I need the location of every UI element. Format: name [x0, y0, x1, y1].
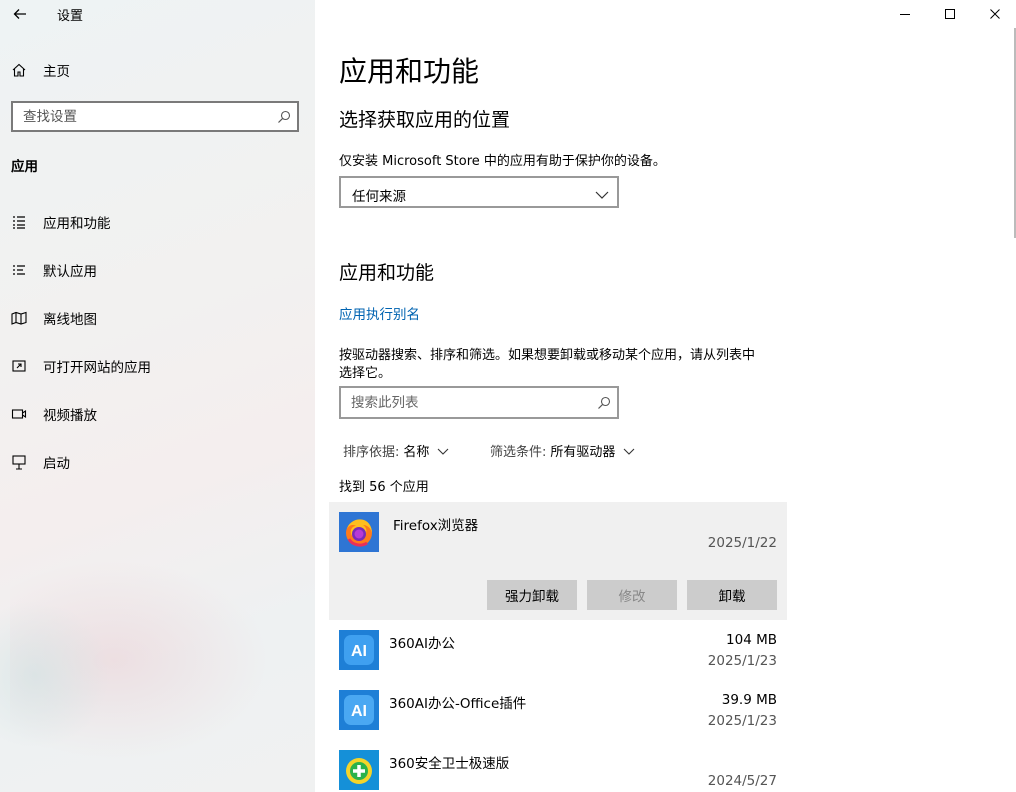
svg-text:AI: AI	[351, 703, 367, 720]
360ai-office-icon: AI	[339, 630, 379, 670]
video-playback-icon	[10, 405, 28, 423]
apps-features-heading: 应用和功能	[339, 262, 435, 284]
settings-search-input[interactable]	[13, 103, 263, 130]
app-execution-alias-link[interactable]: 应用执行别名	[339, 303, 420, 323]
filter-label: 筛选条件:	[490, 445, 547, 460]
sidebar-item-home[interactable]: 主页	[0, 50, 315, 90]
app-list-item[interactable]: AI 360AI办公-Office插件 39.9 MB 2025/1/23	[329, 682, 787, 742]
app-date: 2024/5/27	[707, 773, 777, 789]
filter-by-dropdown[interactable]: 筛选条件: 所有驱动器	[490, 441, 635, 460]
app-name: Firefox浏览器	[393, 518, 479, 534]
apps-for-websites-icon	[10, 357, 28, 375]
app-size: 39.9 MB	[721, 692, 777, 708]
360-security-icon	[339, 750, 379, 790]
app-list-search-input[interactable]	[341, 388, 581, 417]
app-name: 360AI办公	[389, 636, 455, 652]
window-title: 设置	[57, 9, 84, 24]
sidebar-item-label: 启动	[43, 456, 70, 472]
chevron-down-icon	[438, 448, 449, 455]
app-list-search-field[interactable]	[339, 386, 619, 419]
app-size: 104 MB	[726, 632, 777, 648]
app-date: 2025/1/23	[707, 653, 777, 669]
modify-button[interactable]: 修改	[587, 580, 677, 610]
apps-description-line2: 选择它。	[339, 366, 392, 381]
apps-features-icon	[10, 213, 28, 231]
sidebar-item-label: 可打开网站的应用	[43, 360, 151, 376]
app-name: 360安全卫士极速版	[389, 756, 510, 772]
360ai-office-plugin-icon: AI	[339, 690, 379, 730]
install-source-dropdown[interactable]: 任何来源	[339, 176, 619, 208]
settings-search-field[interactable]	[11, 101, 299, 132]
back-button[interactable]	[8, 2, 32, 26]
sidebar-item-default-apps[interactable]: 默认应用	[0, 250, 315, 290]
sidebar-item-label: 应用和功能	[43, 216, 111, 232]
install-source-heading: 选择获取应用的位置	[339, 109, 511, 131]
sidebar-item-startup[interactable]: 启动	[0, 442, 315, 482]
default-apps-icon	[10, 261, 28, 279]
sort-label: 排序依据:	[343, 445, 400, 460]
offline-maps-icon	[10, 309, 28, 327]
sidebar-item-video-playback[interactable]: 视频播放	[0, 394, 315, 434]
startup-icon	[10, 453, 28, 471]
sidebar-item-apps-for-websites[interactable]: 可打开网站的应用	[0, 346, 315, 386]
sidebar-item-label: 视频播放	[43, 408, 97, 424]
apps-description-line1: 按驱动器搜索、排序和筛选。如果想要卸载或移动某个应用，请从列表中	[339, 348, 756, 363]
sort-value: 名称	[403, 445, 430, 460]
sort-by-dropdown[interactable]: 排序依据: 名称	[343, 441, 449, 460]
sidebar-item-offline-maps[interactable]: 离线地图	[0, 298, 315, 338]
sidebar-item-label: 主页	[43, 64, 70, 80]
sidebar-item-label: 离线地图	[43, 312, 97, 328]
sidebar-section-label: 应用	[11, 159, 38, 175]
firefox-icon	[339, 512, 379, 552]
app-count: 找到 56 个应用	[339, 480, 429, 495]
main-content: 应用和功能 选择获取应用的位置 仅安装 Microsoft Store 中的应用…	[315, 0, 1016, 792]
search-icon	[597, 395, 611, 414]
app-list-item[interactable]: AI 360AI办公 104 MB 2025/1/23	[329, 622, 787, 682]
filter-value: 所有驱动器	[550, 445, 616, 460]
sidebar-item-apps-features[interactable]: 应用和功能	[0, 202, 315, 242]
install-source-description: 仅安装 Microsoft Store 中的应用有助于保护你的设备。	[339, 154, 666, 169]
search-icon	[277, 109, 291, 128]
app-date: 2025/1/23	[707, 713, 777, 729]
home-icon	[10, 61, 28, 79]
chevron-down-icon	[595, 186, 609, 205]
page-title: 应用和功能	[339, 55, 480, 88]
app-name: 360AI办公-Office插件	[389, 696, 527, 712]
app-date: 2025/1/22	[707, 535, 777, 551]
app-list-item-selected[interactable]: Firefox浏览器 2025/1/22 强力卸载 修改 卸载	[329, 502, 787, 620]
force-uninstall-button[interactable]: 强力卸载	[487, 580, 577, 610]
uninstall-button[interactable]: 卸载	[687, 580, 777, 610]
dropdown-value: 任何来源	[352, 189, 406, 205]
back-arrow-icon	[13, 9, 26, 19]
sidebar-item-label: 默认应用	[43, 264, 97, 280]
titlebar: 设置	[0, 0, 315, 28]
chevron-down-icon	[624, 448, 635, 455]
svg-text:AI: AI	[351, 643, 367, 660]
app-list-item[interactable]: 360安全卫士极速版 2024/5/27	[329, 742, 787, 792]
